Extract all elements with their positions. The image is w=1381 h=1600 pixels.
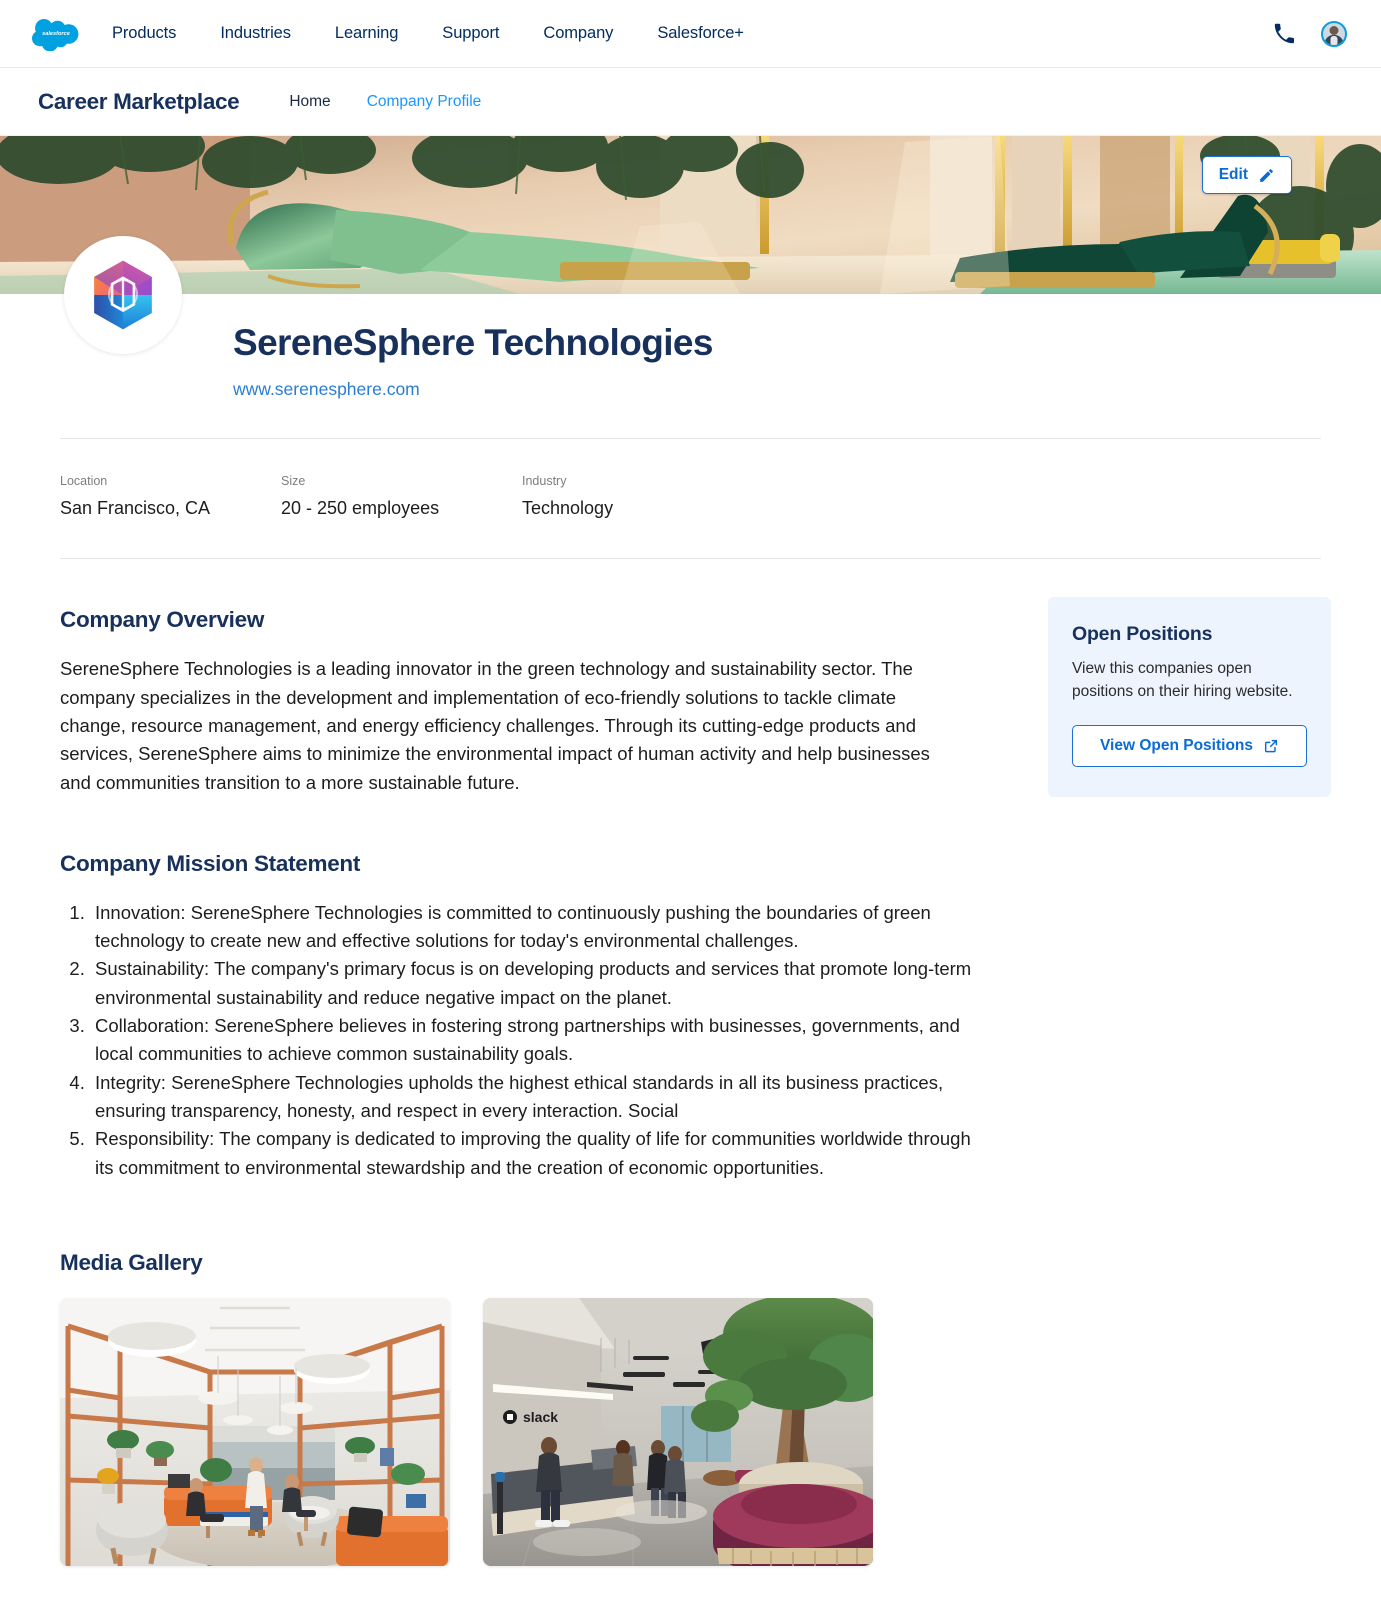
media-gallery-heading: Media Gallery: [60, 1249, 203, 1275]
serenesphere-hexagon-logo-icon: [64, 236, 182, 354]
open-positions-card: Open Positions View this companies open …: [1048, 597, 1331, 797]
meta-industry-label: Industry: [522, 473, 567, 488]
company-banner: Edit: [0, 136, 1381, 294]
nav-link-products[interactable]: Products: [104, 24, 198, 43]
meta-size: Size 20 - 250 employees: [281, 473, 522, 521]
meta-industry: Industry Technology: [522, 473, 613, 521]
app-nav-link-home[interactable]: Home: [271, 93, 348, 111]
meta-location-value: San Francisco, CA: [60, 498, 211, 519]
svg-text:salesforce: salesforce: [42, 31, 70, 37]
avatar-head: [1329, 25, 1339, 35]
list-item: Sustainability: The company's primary fo…: [90, 955, 990, 1012]
view-open-positions-button[interactable]: View Open Positions: [1072, 724, 1307, 767]
phone-icon[interactable]: [1273, 23, 1295, 45]
external-link-icon: [1263, 738, 1279, 754]
media-gallery-grid: slack: [60, 1297, 990, 1566]
main-column: Company Overview SereneSphere Technologi…: [60, 559, 990, 1566]
company-overview-text: SereneSphere Technologies is a leading i…: [60, 658, 930, 793]
meta-location-label: Location: [60, 473, 108, 488]
list-item: Integrity: SereneSphere Technologies uph…: [90, 1069, 990, 1126]
global-nav-links: Products Industries Learning Support Com…: [104, 24, 766, 43]
view-open-positions-label: View Open Positions: [1099, 736, 1254, 754]
svg-text:slack: slack: [523, 1409, 558, 1425]
nav-link-industries[interactable]: Industries: [198, 24, 313, 43]
sidebar-column: Open Positions View this companies open …: [1048, 559, 1331, 797]
banner-image: [0, 136, 1381, 294]
profile-content: Company Overview SereneSphere Technologi…: [0, 559, 1381, 1566]
salesforce-cloud-logo-icon[interactable]: salesforce: [32, 17, 80, 51]
divider-bottom: [60, 558, 1321, 560]
company-website-link[interactable]: www.serenesphere.com: [233, 379, 420, 400]
company-overview-section: Company Overview SereneSphere Technologi…: [60, 607, 990, 796]
nav-link-support[interactable]: Support: [420, 24, 521, 43]
mission-statement-section: Company Mission Statement Innovation: Se…: [60, 851, 990, 1182]
meta-industry-value: Technology: [522, 498, 614, 519]
list-item: Responsibility: The company is dedicated…: [90, 1125, 990, 1182]
gallery-image-slack-lobby[interactable]: slack: [483, 1297, 873, 1566]
app-navigation-bar: Career Marketplace Home Company Profile: [0, 68, 1381, 136]
list-item: Collaboration: SereneSphere believes in …: [90, 1012, 990, 1069]
avatar-collar: [1330, 35, 1338, 45]
company-name: SereneSphere Technologies: [233, 322, 713, 363]
list-item: Innovation: SereneSphere Technologies is…: [90, 899, 990, 956]
app-nav-link-company-profile[interactable]: Company Profile: [349, 93, 500, 111]
open-positions-description: View this companies open positions on th…: [1072, 660, 1293, 700]
company-identity: SereneSphere Technologies www.serenesphe…: [60, 294, 1321, 400]
gallery-image-office-lounge[interactable]: [60, 1297, 450, 1566]
meta-location: Location San Francisco, CA: [60, 473, 281, 521]
company-profile-header: SereneSphere Technologies www.serenesphe…: [0, 236, 1381, 560]
pencil-icon: [1258, 167, 1275, 184]
meta-size-label: Size: [281, 473, 306, 488]
global-navigation-bar: salesforce Products Industries Learning …: [0, 0, 1381, 68]
mission-list: Innovation: SereneSphere Technologies is…: [60, 899, 990, 1182]
app-title: Career Marketplace: [38, 88, 240, 114]
nav-link-learning[interactable]: Learning: [313, 24, 420, 43]
company-overview-heading: Company Overview: [60, 607, 265, 633]
mission-statement-heading: Company Mission Statement: [60, 850, 361, 876]
global-nav-actions: [1273, 20, 1347, 47]
edit-banner-button[interactable]: Edit: [1201, 156, 1292, 194]
meta-size-value: 20 - 250 employees: [281, 498, 440, 519]
user-avatar[interactable]: [1321, 20, 1347, 47]
nav-link-salesforce-plus[interactable]: Salesforce+: [635, 24, 766, 43]
company-meta-row: Location San Francisco, CA Size 20 - 250…: [60, 439, 1321, 521]
media-gallery-section: Media Gallery slack: [60, 1250, 990, 1566]
nav-link-company[interactable]: Company: [521, 24, 635, 43]
edit-button-label: Edit: [1218, 166, 1248, 183]
open-positions-title: Open Positions: [1072, 623, 1213, 646]
